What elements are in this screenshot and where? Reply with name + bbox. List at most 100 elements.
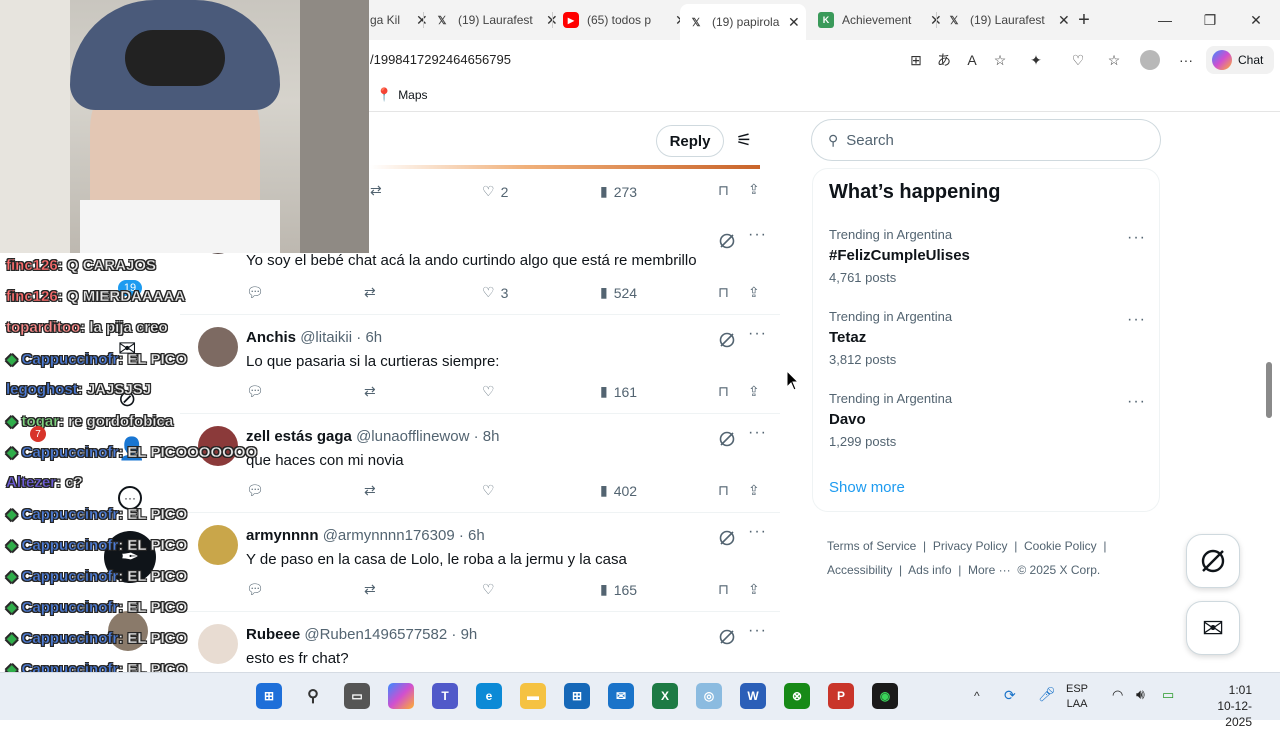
bookmark-icon[interactable]: ⊓ [718,182,729,199]
user-name[interactable]: zell estás gaga [246,428,352,445]
footer-link[interactable]: Accessibility [827,563,892,577]
footer-link[interactable]: Cookie Policy [1024,539,1097,553]
sync-icon[interactable]: ⟳ [1004,687,1016,704]
favorite-maps[interactable]: 📍 Maps [376,87,428,103]
volume-icon[interactable]: 🔊︎ [1136,686,1145,703]
retweet-icon[interactable]: ⇄ [364,383,376,400]
retweet-icon[interactable]: ⇄ [364,284,376,301]
copilot-icon[interactable] [388,683,414,709]
microphone-icon[interactable]: 🎤︎ [1038,686,1056,703]
post[interactable]: Rubeee @Ruben1496577582 · 9h esto es fr … [180,612,780,670]
page-scrollbar[interactable] [1264,116,1274,666]
share-icon[interactable]: ⇪ [748,581,760,598]
more-options-icon[interactable]: ··· [748,424,767,442]
favorites-icon[interactable]: ☆ [1104,50,1124,70]
language-indicator[interactable]: ESP LAA [1066,682,1088,712]
trend-name[interactable]: Tetaz [829,329,866,346]
retweet-icon[interactable]: ⇄ [364,482,376,499]
more-options-icon[interactable]: ··· [748,622,767,640]
clock[interactable]: 1:01 10-12-2025 [1196,682,1252,730]
reply-icon[interactable]: 💬︎ [246,284,264,301]
share-icon[interactable]: ⇪ [748,482,760,499]
edge-icon[interactable]: e [476,683,502,709]
word-icon[interactable]: W [740,683,766,709]
settings-more-icon[interactable]: ··· [1176,50,1196,70]
task-view-icon[interactable]: ▭ [344,683,370,709]
browser-tab[interactable]: ▶ (65) todos p ✕ [555,6,687,34]
reply-icon[interactable]: 💬︎ [246,482,264,499]
like-button[interactable]: ♡ [482,383,495,400]
bookmark-icon[interactable]: ⊓ [718,284,729,301]
wifi-icon[interactable]: ◠ [1112,687,1123,703]
split-screen-icon[interactable]: ⊞ [906,50,926,70]
trend-name[interactable]: Davo [829,411,866,428]
like-button[interactable]: ♡ 2 [482,183,508,200]
search-icon[interactable]: ⚲ [300,683,326,709]
close-window-icon[interactable]: ✕ [1246,10,1266,30]
more-options-icon[interactable]: ··· [748,523,767,541]
extensions-icon[interactable]: ✦ [1026,50,1046,70]
post-time[interactable]: 6h [365,329,382,346]
mail-icon[interactable]: ✉ [608,683,634,709]
more-options-icon[interactable]: ··· [1127,229,1146,247]
trend-name[interactable]: #FelizCumpleUlises [829,247,970,264]
browser-tab[interactable]: K Achievement ✕ [810,6,942,34]
show-hidden-icons[interactable]: ^ [974,689,980,703]
retweet-icon[interactable]: ⇄ [364,581,376,598]
share-icon[interactable]: ⇪ [748,181,760,198]
browser-tab[interactable]: 𝕏 (19) Laurafest ✕ [426,6,558,34]
user-name[interactable]: Rubeee [246,626,300,643]
xbox-icon[interactable]: ⊗ [784,683,810,709]
like-button[interactable]: ♡ 3 [482,284,508,301]
bookmark-icon[interactable]: ⊓ [718,482,729,499]
footer-link[interactable]: Privacy Policy [933,539,1008,553]
browser-tab[interactable]: ga Kil ✕ [362,6,428,34]
battery-icon[interactable]: ▭ [1162,687,1174,703]
close-tab-icon[interactable]: ✕ [1058,12,1070,29]
views-button[interactable]: ▮ 161 [600,383,637,400]
photos-icon[interactable]: ◎ [696,683,722,709]
more-options-icon[interactable]: ··· [1127,311,1146,329]
favorite-star-icon[interactable]: ☆ [990,50,1010,70]
user-handle[interactable]: @armynnnn176309 [323,527,455,544]
post[interactable]: Anchis @litaikii · 6h Lo que pasaria si … [180,315,780,414]
user-handle[interactable]: @litaikii [300,329,352,346]
grok-icon[interactable] [718,529,736,552]
scrollbar-thumb[interactable] [1266,362,1272,418]
post[interactable]: armynnnn @armynnnn176309 · 6h Y de paso … [180,513,780,612]
url-field[interactable]: /1998417292464656795 [370,52,511,67]
user-handle[interactable]: @lunaofflinewow [356,428,469,445]
like-button[interactable]: ♡ [482,482,495,499]
messages-floating-button[interactable]: ✉ [1186,601,1240,655]
read-aloud-icon[interactable]: A [962,50,982,70]
reply-button[interactable]: Reply [656,125,724,157]
start-windows-icon[interactable]: ⊞ [256,683,282,709]
user-name[interactable]: armynnnn [246,527,319,544]
views-button[interactable]: ▮ 524 [600,284,637,301]
obs-icon[interactable]: ◉ [872,683,898,709]
search-input[interactable]: ⚲ Search [811,119,1161,161]
like-button[interactable]: ♡ [482,581,495,598]
footer-link[interactable]: Ads info [908,563,951,577]
file-explorer-icon[interactable]: ▬ [520,683,546,709]
views-button[interactable]: ▮ 273 [600,183,637,200]
share-icon[interactable]: ⇪ [748,284,760,301]
reply-icon[interactable]: 💬︎ [246,581,264,598]
footer-link[interactable]: Terms of Service [827,539,916,553]
grok-icon[interactable] [718,232,736,255]
reply-icon[interactable]: 💬︎ [246,383,264,400]
browser-tab-active[interactable]: 𝕏 (19) papirola ✕ [680,4,806,40]
teams-icon[interactable]: T [432,683,458,709]
post[interactable]: zell estás gaga @lunaofflinewow · 8h que… [180,414,780,513]
grok-floating-button[interactable] [1186,534,1240,588]
copilot-chat-button[interactable]: Chat [1206,46,1274,74]
profile-icon[interactable] [1140,50,1160,70]
translate-icon[interactable]: あ [934,50,954,70]
performance-icon[interactable]: ♡ [1068,50,1088,70]
browser-tab[interactable]: 𝕏 (19) Laurafest ✕ [938,6,1070,34]
retweet-icon[interactable]: ⇄ [370,182,382,199]
close-tab-icon[interactable]: ✕ [788,14,800,31]
reply-settings-icon[interactable]: ⚟ [736,130,752,151]
post-time[interactable]: 6h [468,527,485,544]
new-tab-icon[interactable]: + [1074,9,1094,31]
